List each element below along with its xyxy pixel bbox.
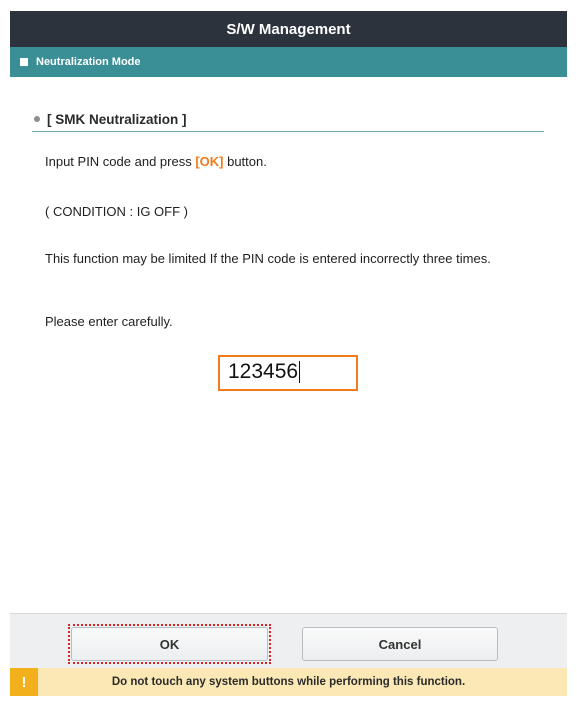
window-title: S/W Management bbox=[10, 11, 567, 47]
button-bar: OK Cancel bbox=[10, 613, 567, 669]
square-bullet-icon bbox=[20, 58, 28, 66]
warning-icon: ! bbox=[10, 668, 38, 696]
warning-bar: ! Do not touch any system buttons while … bbox=[10, 668, 567, 696]
condition-text: ( CONDITION : IG OFF ) bbox=[45, 204, 188, 219]
mode-bar: Neutralization Mode bbox=[10, 47, 567, 77]
mode-bar-label: Neutralization Mode bbox=[36, 56, 141, 68]
pin-code-input[interactable]: 123456 bbox=[218, 355, 358, 391]
cancel-button[interactable]: Cancel bbox=[302, 627, 498, 661]
ok-button[interactable]: OK bbox=[71, 627, 268, 661]
section-title: [ SMK Neutralization ] bbox=[47, 111, 187, 127]
instruction-line: Input PIN code and press [OK] button. bbox=[45, 154, 267, 169]
bullet-dot-icon bbox=[34, 116, 40, 122]
instruction-text-after: button. bbox=[223, 154, 267, 169]
pin-code-value: 123456 bbox=[228, 360, 299, 383]
limit-warning-text: This function may be limited If the PIN … bbox=[45, 251, 491, 266]
warning-message: Do not touch any system buttons while pe… bbox=[111, 676, 466, 688]
text-caret bbox=[299, 361, 301, 384]
section-heading: [ SMK Neutralization ] bbox=[32, 107, 544, 132]
ok-highlight: [OK] bbox=[195, 154, 224, 169]
dialog-window: S/W Management Neutralization Mode [ SMK… bbox=[10, 8, 567, 698]
instruction-text-before: Input PIN code and press bbox=[45, 154, 196, 169]
careful-text: Please enter carefully. bbox=[45, 314, 173, 329]
